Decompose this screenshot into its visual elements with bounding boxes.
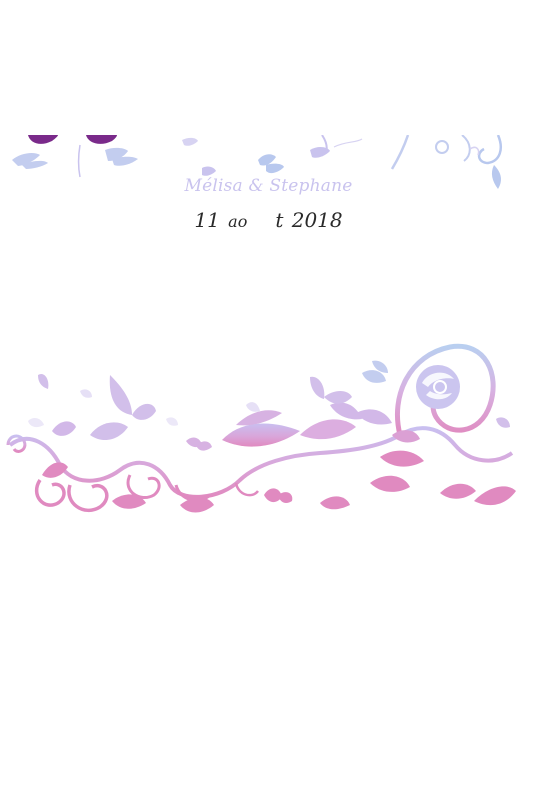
- butterfly-icon: [186, 437, 212, 451]
- date-month-part1: ao: [228, 212, 248, 231]
- leaf-shape: [180, 497, 214, 513]
- butterfly-icon: [105, 147, 138, 166]
- couple-names-text: Mélisa & Stephane: [184, 176, 353, 196]
- vine-stroke: [333, 138, 363, 148]
- butterfly-icon: [38, 373, 49, 389]
- butterfly-icon: [202, 166, 216, 176]
- rose-flower: [416, 365, 460, 409]
- leaf-shape: [52, 421, 76, 436]
- butterfly-icon: [258, 154, 284, 174]
- couple-names: Mélisa & Stephane: [0, 176, 537, 196]
- curl-ornament: [67, 483, 109, 513]
- vine-stroke: [77, 144, 81, 178]
- date-month-part2: t: [275, 208, 284, 232]
- butterfly-icon: [182, 137, 198, 146]
- vine-stroke: [234, 482, 259, 497]
- leaf-shape: [236, 410, 282, 426]
- butterfly-icon: [362, 360, 388, 383]
- leaf-shape: [392, 430, 420, 443]
- butterfly-icon: [12, 152, 48, 169]
- vine-stroke: [390, 135, 410, 170]
- butterfly-icon: [246, 402, 260, 412]
- curl-ornament: [477, 135, 502, 165]
- bottom-ornament-art: [6, 343, 516, 513]
- leaf-shape: [42, 462, 68, 478]
- bottom-floral-ornament: [0, 335, 537, 525]
- leaf-shape: [380, 450, 424, 467]
- leaf-shape: [440, 483, 476, 499]
- curl-ornament: [435, 140, 449, 154]
- curl-ornament: [34, 479, 66, 507]
- leaf-shape: [370, 475, 410, 492]
- butterfly-icon: [496, 417, 510, 428]
- leaf-shape: [330, 402, 362, 420]
- leaf-shape: [474, 486, 516, 506]
- butterfly-icon: [310, 135, 330, 158]
- butterfly-icon: [264, 488, 293, 503]
- curl-ornament: [126, 474, 161, 499]
- purple-petal: [28, 135, 58, 144]
- wedding-date: 11 ao t 2018: [0, 208, 537, 232]
- date-year: 2018: [291, 208, 343, 232]
- butterfly-icon: [80, 389, 92, 398]
- leaf-shape: [300, 419, 356, 440]
- date-day: 11: [194, 208, 220, 232]
- leaf-shape: [222, 423, 300, 447]
- vine-stroke: [461, 135, 471, 162]
- butterfly-icon: [90, 375, 156, 441]
- butterfly-icon: [166, 417, 178, 426]
- leaf-shape: [320, 496, 350, 510]
- vine-stroke: [469, 146, 480, 156]
- purple-petal: [86, 135, 117, 144]
- butterfly-icon: [28, 418, 44, 428]
- leaf-shape: [356, 409, 392, 425]
- butterfly-icon: [310, 376, 352, 404]
